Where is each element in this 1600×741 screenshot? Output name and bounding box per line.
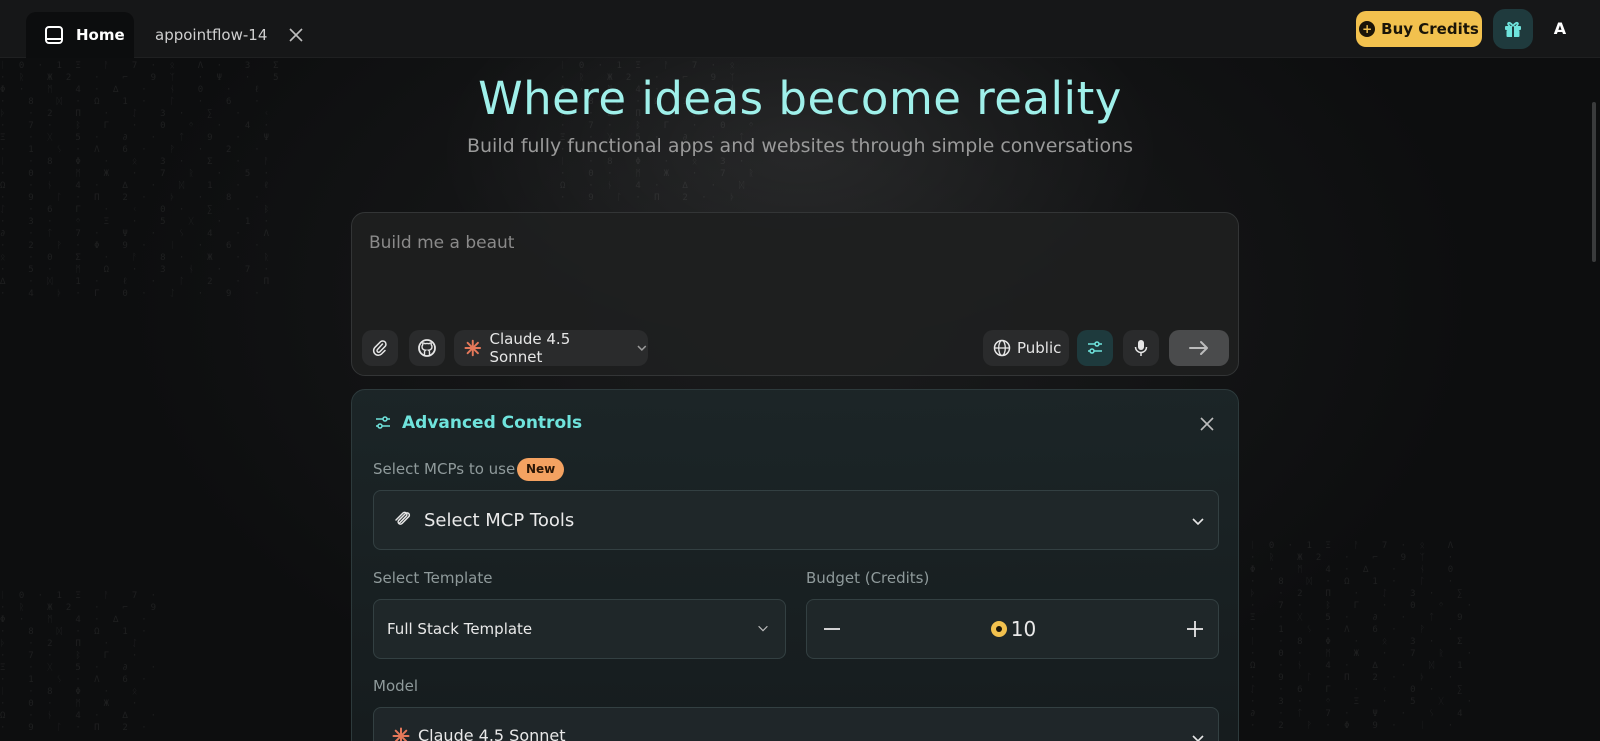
chevron-down-icon — [1192, 735, 1204, 741]
mcp-tools-icon — [395, 511, 411, 525]
visibility-toggle[interactable]: Public — [983, 330, 1069, 366]
buy-credits-button[interactable]: + Buy Credits — [1356, 11, 1482, 47]
mcp-tools-placeholder: Select MCP Tools — [424, 510, 575, 531]
hero-title: Where ideas become reality — [478, 72, 1122, 125]
gift-icon — [1505, 21, 1521, 37]
claude-logo-icon — [392, 727, 410, 741]
sidebar-toggle-icon[interactable] — [44, 25, 64, 45]
advanced-controls-header: Advanced Controls — [374, 413, 582, 433]
github-icon — [418, 339, 436, 357]
hero-subtitle: Build fully functional apps and websites… — [466, 135, 1134, 157]
chevron-down-icon — [758, 625, 768, 632]
prompt-box[interactable]: Build me a beaut Claude 4.5 Sonnet Publi… — [351, 212, 1239, 376]
visibility-label: Public — [1017, 339, 1062, 357]
avatar[interactable]: A — [1545, 14, 1575, 44]
budget-value[interactable]: 10 — [1011, 617, 1036, 641]
advanced-controls-title: Advanced Controls — [402, 413, 583, 433]
template-label: Select Template — [373, 569, 493, 587]
send-button[interactable] — [1169, 330, 1229, 366]
buy-credits-label: Buy Credits — [1381, 20, 1479, 38]
sliders-icon — [1088, 341, 1102, 354]
attach-button[interactable] — [362, 330, 398, 366]
matrix-pattern-right: ᛁ 0 · 1 Ξ ᚨ 7 · ᛟ Λ · ᚱ Ж 2 · ⌐ 9 ᛉ · Φ … — [1250, 541, 1477, 731]
model-dropdown[interactable]: Claude 4.5 Sonnet — [373, 707, 1219, 741]
prompt-input[interactable]: Build me a beaut — [369, 233, 514, 253]
plus-coin-icon: + — [1359, 21, 1376, 37]
budget-stepper[interactable]: 10 — [806, 599, 1219, 659]
github-button[interactable] — [409, 330, 445, 366]
microphone-icon — [1134, 340, 1148, 356]
sliders-icon — [376, 416, 390, 429]
mcp-tools-dropdown[interactable]: Select MCP Tools — [373, 490, 1219, 550]
tab-home[interactable]: Home — [26, 12, 134, 58]
scrollbar-thumb[interactable] — [1592, 102, 1596, 262]
advanced-controls-button[interactable] — [1077, 330, 1113, 366]
microphone-button[interactable] — [1123, 330, 1159, 366]
budget-label: Budget (Credits) — [806, 569, 930, 587]
paperclip-icon — [372, 340, 387, 356]
chevron-down-icon — [1192, 518, 1204, 526]
model-selector-label: Claude 4.5 Sonnet — [489, 330, 571, 366]
coin-icon — [990, 621, 1007, 637]
plus-icon[interactable] — [1185, 619, 1205, 639]
claude-logo-icon — [464, 339, 482, 357]
globe-icon — [993, 339, 1011, 357]
tab-home-label: Home — [76, 26, 125, 44]
model-label: Model — [373, 677, 419, 695]
model-selector[interactable]: Claude 4.5 Sonnet — [454, 330, 648, 366]
close-icon[interactable] — [287, 26, 305, 44]
model-dropdown-label: Claude 4.5 Sonnet — [418, 726, 566, 741]
budget-value-wrap: 10 — [807, 617, 1220, 641]
advanced-controls-panel: Advanced Controls Select MCPs to use New… — [351, 389, 1239, 741]
model-dropdown-value: Claude 4.5 Sonnet — [392, 726, 566, 741]
close-icon[interactable] — [1198, 415, 1216, 433]
chevron-down-icon — [637, 345, 647, 351]
gift-button[interactable] — [1493, 9, 1533, 49]
template-value: Full Stack Template — [387, 620, 533, 638]
template-dropdown[interactable]: Full Stack Template — [373, 599, 786, 659]
mcp-label: Select MCPs to use — [373, 460, 516, 478]
matrix-pattern-bottom-left: ᛁ 0 · 1 Ξ ᚨ 7 · · ᚱ Ж 2 · ⌐ 9 Φ · ᛗ 4 · … — [0, 591, 161, 733]
arrow-right-icon — [1189, 341, 1208, 355]
new-badge: New — [517, 458, 565, 481]
tab-project[interactable]: appointflow-14 — [155, 26, 267, 44]
top-bar: Home appointflow-14 + Buy Credits A — [0, 0, 1600, 58]
